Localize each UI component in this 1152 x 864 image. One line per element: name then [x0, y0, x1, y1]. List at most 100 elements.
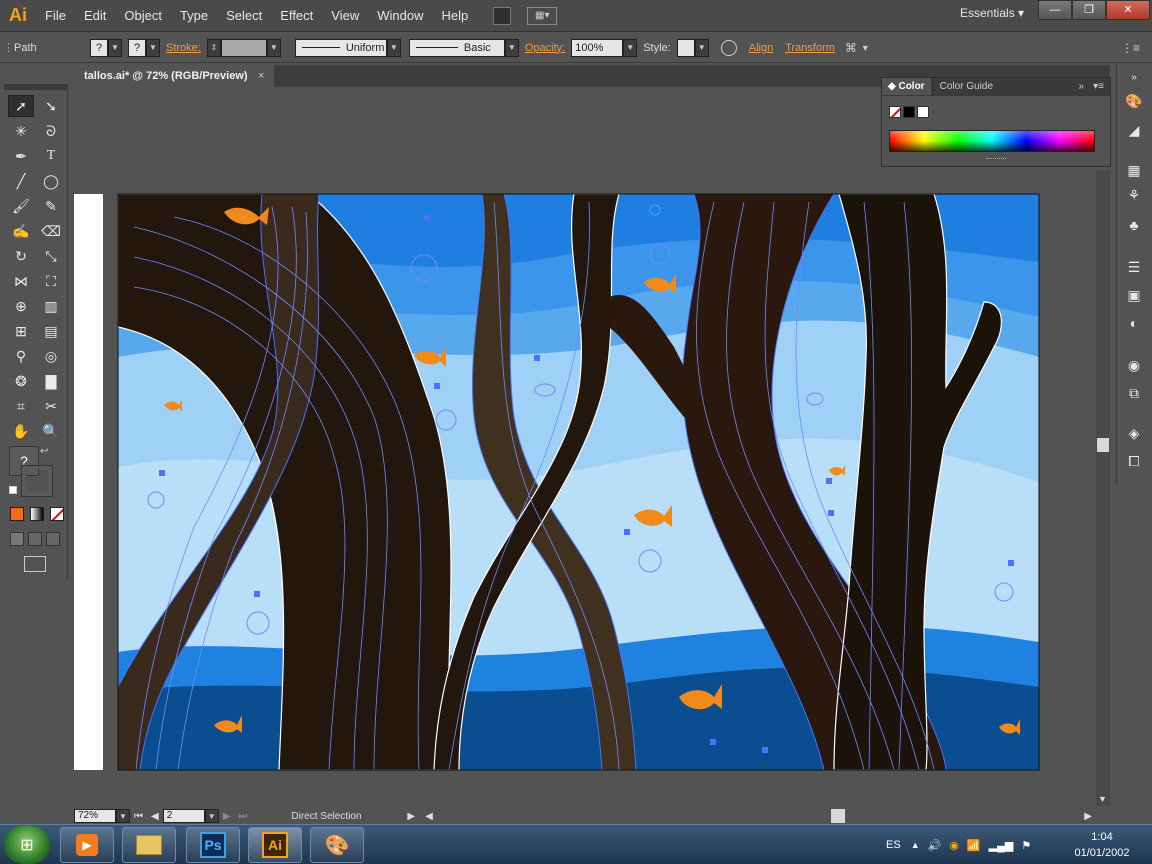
artboards-icon[interactable]: ⧠ — [1123, 451, 1145, 471]
zoom-dropdown[interactable]: ▼ — [116, 809, 130, 823]
graphic-styles-icon[interactable]: ⧉ — [1123, 383, 1145, 403]
stroke-weight-dropdown[interactable]: ▼ — [266, 38, 281, 57]
close-button[interactable]: ✕ — [1106, 0, 1150, 20]
menu-edit[interactable]: Edit — [75, 0, 115, 32]
none-swatch[interactable] — [889, 106, 901, 118]
scroll-left-icon[interactable]: ◀ — [421, 811, 437, 822]
stroke-color-box[interactable] — [21, 465, 53, 497]
stroke-icon[interactable]: ☰ — [1123, 257, 1145, 277]
none-mode-icon[interactable] — [50, 507, 64, 521]
avast-icon[interactable]: ◉ — [945, 839, 963, 852]
lasso-tool-icon[interactable]: ᘐ — [38, 120, 64, 142]
dock-collapse-icon[interactable]: » — [1123, 67, 1145, 87]
artboard-tool-icon[interactable]: ⌗ — [8, 395, 34, 417]
restore-button[interactable]: ❐ — [1072, 0, 1106, 20]
tools-panel-header[interactable] — [4, 84, 68, 90]
menu-view[interactable]: View — [322, 0, 368, 32]
document-tab[interactable]: tallos.ai* @ 72% (RGB/Preview) — [74, 65, 274, 87]
collapse-panel-icon[interactable]: » — [1078, 81, 1084, 92]
zoom-tool-icon[interactable]: 🔍 — [38, 420, 64, 442]
hand-tool-icon[interactable]: ✋ — [8, 420, 34, 442]
color-spectrum[interactable] — [889, 130, 1095, 152]
start-button[interactable]: ⊞ — [4, 826, 50, 864]
gradient-tool-icon[interactable]: ▤ — [38, 320, 64, 342]
blend-tool-icon[interactable]: ◎ — [38, 345, 64, 367]
opacity-field[interactable]: 100% — [571, 38, 624, 57]
workspace-switcher[interactable]: Essentials ▾ — [960, 6, 1024, 20]
control-menu-icon[interactable]: ▼ — [861, 43, 870, 53]
opacity-label[interactable]: Opacity: — [519, 42, 571, 54]
scroll-down-icon[interactable]: ▼ — [1098, 794, 1107, 804]
isolate-selected-icon[interactable]: ⌘ — [841, 41, 861, 55]
menu-type[interactable]: Type — [171, 0, 217, 32]
magic-wand-tool-icon[interactable]: ✳ — [8, 120, 34, 142]
transparency-icon[interactable]: ◐ — [1123, 313, 1145, 333]
menu-object[interactable]: Object — [115, 0, 171, 32]
screen-mode-icon[interactable] — [24, 556, 46, 572]
vertical-scroll-thumb[interactable] — [1097, 438, 1109, 452]
stroke-dropdown[interactable]: ▼ — [146, 38, 160, 57]
panel-resize-grip[interactable] — [986, 158, 1006, 161]
network-icon[interactable]: 📶 — [963, 839, 985, 852]
paintbrush-tool-icon[interactable]: 🖌 — [8, 195, 34, 217]
volume-icon[interactable]: 🔊 — [924, 839, 946, 852]
taskbar-media-player[interactable]: ▶ — [60, 827, 114, 863]
artboard-number-field[interactable]: 2 — [162, 809, 205, 823]
brushes-icon[interactable]: ⚘ — [1123, 185, 1145, 205]
appearance-icon[interactable]: ◉ — [1123, 355, 1145, 375]
symbol-sprayer-tool-icon[interactable]: ❂ — [8, 370, 34, 392]
color-guide-icon[interactable]: ◢ — [1123, 120, 1145, 140]
graphic-style-swatch[interactable] — [676, 38, 695, 57]
line-segment-tool-icon[interactable]: ╱ — [8, 170, 34, 192]
align-label[interactable]: Align — [743, 42, 779, 54]
gradient-mode-icon[interactable] — [30, 507, 44, 521]
show-hidden-icons[interactable]: ▲ — [907, 840, 924, 850]
default-fill-stroke-icon[interactable] — [9, 486, 17, 494]
black-swatch[interactable] — [903, 106, 915, 118]
style-dropdown[interactable]: ▼ — [694, 38, 709, 57]
signal-icon[interactable]: ▂▄▆ — [985, 839, 1018, 852]
taskbar-explorer[interactable] — [122, 827, 176, 863]
artboard-dropdown[interactable]: ▼ — [204, 809, 219, 823]
pen-tool-icon[interactable]: ✒ — [8, 145, 34, 167]
rotate-tool-icon[interactable]: ↻ — [8, 245, 34, 267]
status-menu-icon[interactable]: ▶ — [401, 811, 421, 822]
scale-tool-icon[interactable]: ⤡ — [38, 245, 64, 267]
tab-color-guide[interactable]: Color Guide — [934, 78, 999, 95]
zoom-field[interactable]: 72% — [74, 809, 116, 823]
minimize-button[interactable]: — — [1038, 0, 1072, 20]
menu-help[interactable]: Help — [432, 0, 477, 32]
scroll-right-icon[interactable]: ▶ — [1084, 811, 1092, 822]
menu-window[interactable]: Window — [368, 0, 432, 32]
previous-artboard-icon[interactable]: ◀ — [147, 811, 163, 822]
swatches-icon[interactable]: ▦ — [1123, 160, 1145, 180]
stroke-label[interactable]: Stroke: — [160, 42, 207, 54]
close-document-icon[interactable]: × — [258, 65, 264, 87]
swap-fill-stroke-icon[interactable]: ↩ — [40, 446, 48, 457]
menu-file[interactable]: File — [36, 0, 75, 32]
menu-effect[interactable]: Effect — [271, 0, 322, 32]
transform-label[interactable]: Transform — [779, 42, 841, 54]
tab-color[interactable]: ◆ Color — [882, 78, 931, 95]
menu-select[interactable]: Select — [217, 0, 271, 32]
eyedropper-tool-icon[interactable]: ⚲ — [8, 345, 34, 367]
type-tool-icon[interactable]: T — [38, 145, 64, 167]
draw-inside-icon[interactable] — [46, 532, 60, 546]
shape-builder-tool-icon[interactable]: ⊕ — [8, 295, 34, 317]
canvas-area[interactable] — [74, 87, 1110, 807]
stroke-weight-field[interactable] — [220, 38, 267, 57]
direct-selection-tool-icon[interactable]: ➘ — [38, 95, 64, 117]
last-artboard-icon[interactable]: ⏭ — [234, 811, 251, 822]
free-transform-tool-icon[interactable]: ⛶ — [38, 270, 64, 292]
action-center-icon[interactable]: ⚑ — [1017, 839, 1035, 852]
eraser-tool-icon[interactable]: ⌫ — [38, 220, 64, 242]
selection-tool-icon[interactable]: ➚ — [8, 95, 34, 117]
clock[interactable]: 1:04 01/01/2002 — [1062, 829, 1142, 861]
mesh-tool-icon[interactable]: ⊞ — [8, 320, 34, 342]
color-mode-icon[interactable] — [10, 507, 24, 521]
draw-normal-icon[interactable] — [10, 532, 24, 546]
horizontal-scroll-thumb[interactable] — [831, 809, 845, 823]
gradient-icon[interactable]: ▣ — [1123, 285, 1145, 305]
stroke-weight-stepper[interactable]: ⇕ — [206, 38, 221, 57]
fill-swatch[interactable]: ? — [90, 38, 108, 57]
